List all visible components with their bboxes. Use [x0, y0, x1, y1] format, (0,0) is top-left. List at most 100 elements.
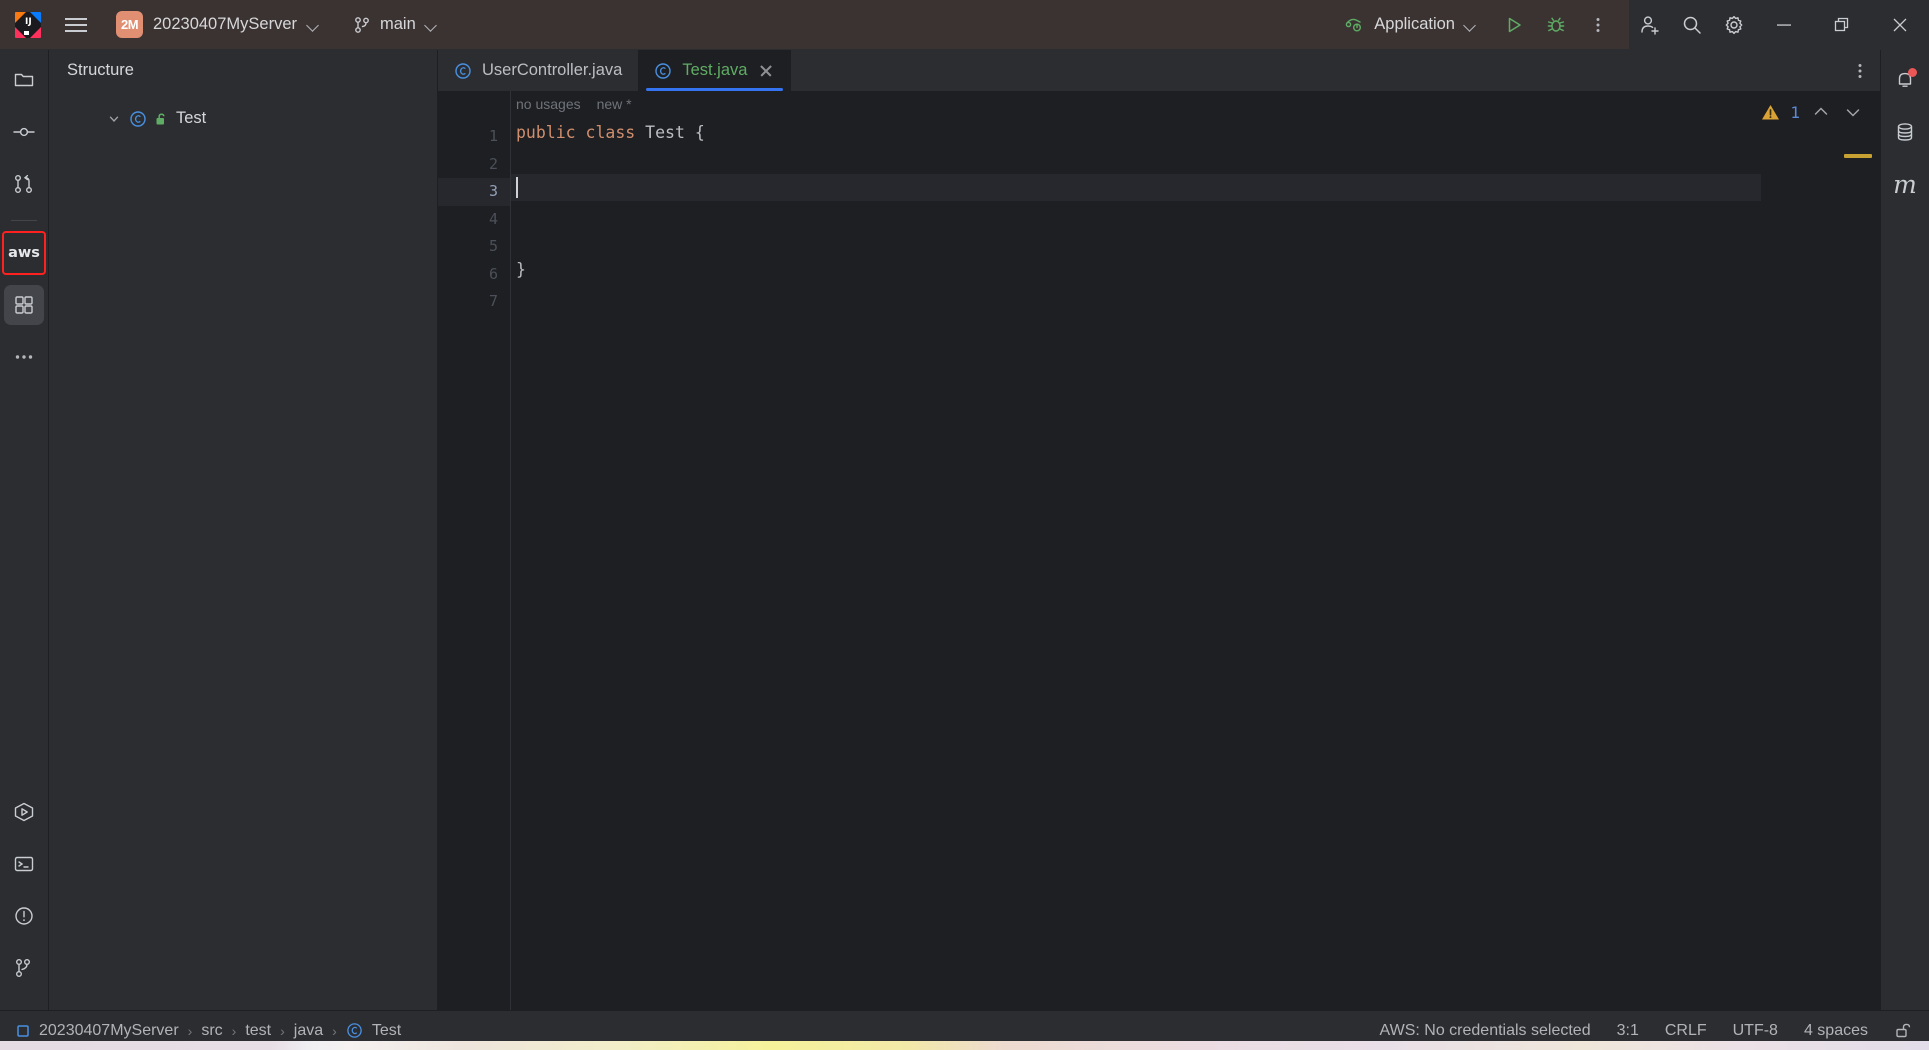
- title-bar-right: Application: [1335, 0, 1929, 49]
- close-icon[interactable]: [757, 62, 775, 80]
- structure-tool-window: Structure: [49, 50, 438, 1010]
- sidebar-item-problems[interactable]: [4, 896, 44, 936]
- close-button[interactable]: [1871, 0, 1929, 50]
- editor-tab-test[interactable]: Test.java: [638, 50, 791, 91]
- right-tool-stripe: m: [1880, 50, 1929, 1010]
- minimize-button[interactable]: [1755, 0, 1813, 50]
- more-vertical-icon: [1851, 62, 1869, 80]
- desktop-background-strip: [0, 1041, 1929, 1050]
- hamburger-line: [65, 30, 87, 32]
- project-name: 20230407MyServer: [153, 15, 297, 34]
- terminal-icon: [13, 853, 35, 875]
- sidebar-item-database[interactable]: [1885, 112, 1925, 152]
- java-class-icon: [454, 62, 472, 80]
- commit-icon: [12, 121, 36, 143]
- add-user-button[interactable]: [1629, 4, 1671, 46]
- chevron-down-icon[interactable]: [107, 112, 121, 126]
- svg-text:IJ: IJ: [25, 17, 32, 27]
- inlay-hint-usages[interactable]: no usages: [516, 91, 581, 119]
- branch-selector[interactable]: main: [345, 11, 445, 38]
- folder-icon: [13, 69, 35, 91]
- sidebar-item-version-control[interactable]: [4, 948, 44, 988]
- debug-bug-icon: [1546, 15, 1566, 35]
- aws-icon: aws: [8, 245, 40, 261]
- chevron-down-icon: [307, 19, 319, 31]
- line-separator-status[interactable]: CRLF: [1665, 1022, 1707, 1040]
- problems-warning-icon: [13, 905, 35, 927]
- window-controls-zone: [1629, 0, 1929, 49]
- sidebar-item-commit[interactable]: [4, 112, 44, 152]
- inspection-widget[interactable]: 1: [1761, 101, 1864, 123]
- line-number: 3: [438, 178, 510, 206]
- breadcrumb-item-project[interactable]: 20230407MyServer: [39, 1022, 179, 1040]
- sidebar-item-maven[interactable]: m: [1885, 164, 1925, 204]
- more-actions-button[interactable]: [1577, 4, 1619, 46]
- public-lock-icon: [155, 112, 168, 126]
- sidebar-item-pull-requests[interactable]: [4, 164, 44, 204]
- code-line-5: [511, 229, 1761, 257]
- run-play-icon: [1504, 15, 1524, 35]
- indent-status[interactable]: 4 spaces: [1804, 1022, 1868, 1040]
- chevron-down-icon: [1464, 19, 1476, 31]
- sidebar-item-aws-toolkit[interactable]: aws: [4, 233, 44, 273]
- breadcrumb-separator: ›: [188, 1023, 193, 1039]
- editor-tab-usercontroller[interactable]: UserController.java: [438, 50, 638, 91]
- left-tool-stripe: aws: [0, 50, 49, 1010]
- chevron-up-icon[interactable]: [1810, 101, 1832, 123]
- caret-position-status[interactable]: 3:1: [1617, 1022, 1639, 1040]
- line-number: 5: [438, 233, 510, 261]
- breadcrumb-item-class[interactable]: Test: [372, 1022, 401, 1040]
- chevron-down-icon[interactable]: [1842, 101, 1864, 123]
- debug-button[interactable]: [1535, 4, 1577, 46]
- run-button[interactable]: [1493, 4, 1535, 46]
- run-configuration-selector[interactable]: Application: [1335, 10, 1485, 39]
- sidebar-item-more-tool-windows[interactable]: [4, 337, 44, 377]
- bell-icon: [1894, 69, 1916, 91]
- maximize-button[interactable]: [1813, 0, 1871, 50]
- tree-node-test[interactable]: Test: [49, 104, 437, 133]
- hamburger-line: [65, 24, 87, 26]
- code-line-3: [511, 174, 1761, 202]
- file-encoding-status[interactable]: UTF-8: [1733, 1022, 1778, 1040]
- settings-button[interactable]: [1713, 4, 1755, 46]
- breadcrumb-item-java[interactable]: java: [294, 1022, 323, 1040]
- editor-tab-label: UserController.java: [482, 61, 622, 80]
- warning-marker[interactable]: [1844, 154, 1872, 158]
- code-token-brace: {: [695, 123, 705, 142]
- search-everywhere-button[interactable]: [1671, 4, 1713, 46]
- services-run-icon: [12, 801, 36, 823]
- sidebar-item-project[interactable]: [4, 60, 44, 100]
- unlocked-padlock-icon[interactable]: [1894, 1021, 1913, 1040]
- project-badge: 2M: [116, 11, 143, 38]
- intellij-idea-logo-icon: IJ: [12, 9, 44, 41]
- editor-tab-options-button[interactable]: [1840, 50, 1880, 91]
- code-line-7: [511, 284, 1761, 312]
- line-number: 1: [438, 123, 510, 151]
- code-token-class: Test: [645, 123, 695, 142]
- more-vertical-icon: [1589, 16, 1607, 34]
- chevron-down-icon: [425, 19, 437, 31]
- git-branch-icon: [353, 16, 371, 34]
- structure-tree: Test: [49, 90, 437, 133]
- sidebar-item-terminal[interactable]: [4, 844, 44, 884]
- java-class-icon: [654, 62, 672, 80]
- notification-badge: [1908, 68, 1917, 77]
- editor-viewport: 1 2 3 4 5 6 7 no usages new * public cla…: [438, 91, 1880, 1010]
- run-configuration-icon: [1344, 16, 1365, 34]
- inspection-scrollbar[interactable]: [1831, 91, 1880, 1010]
- sidebar-item-notifications[interactable]: [1885, 60, 1925, 100]
- main-menu-button[interactable]: [56, 5, 96, 45]
- sidebar-item-structure[interactable]: [4, 285, 44, 325]
- inlay-hints-row: no usages new *: [511, 91, 1761, 119]
- java-class-icon: [129, 110, 147, 128]
- run-configuration-label: Application: [1374, 15, 1455, 34]
- editor-gutter[interactable]: 1 2 3 4 5 6 7: [438, 91, 510, 1010]
- breadcrumb-item-test[interactable]: test: [245, 1022, 271, 1040]
- sidebar-item-services[interactable]: [4, 792, 44, 832]
- inlay-hint-vcs-new[interactable]: new *: [597, 91, 632, 119]
- ide-window: IJ 2M 20230407MyServer: [0, 0, 1929, 1050]
- code-editor[interactable]: no usages new * public class Test { }: [510, 91, 1761, 1010]
- project-selector[interactable]: 2M 20230407MyServer: [108, 7, 327, 42]
- aws-credentials-status[interactable]: AWS: No credentials selected: [1380, 1022, 1591, 1040]
- breadcrumb-item-src[interactable]: src: [201, 1022, 222, 1040]
